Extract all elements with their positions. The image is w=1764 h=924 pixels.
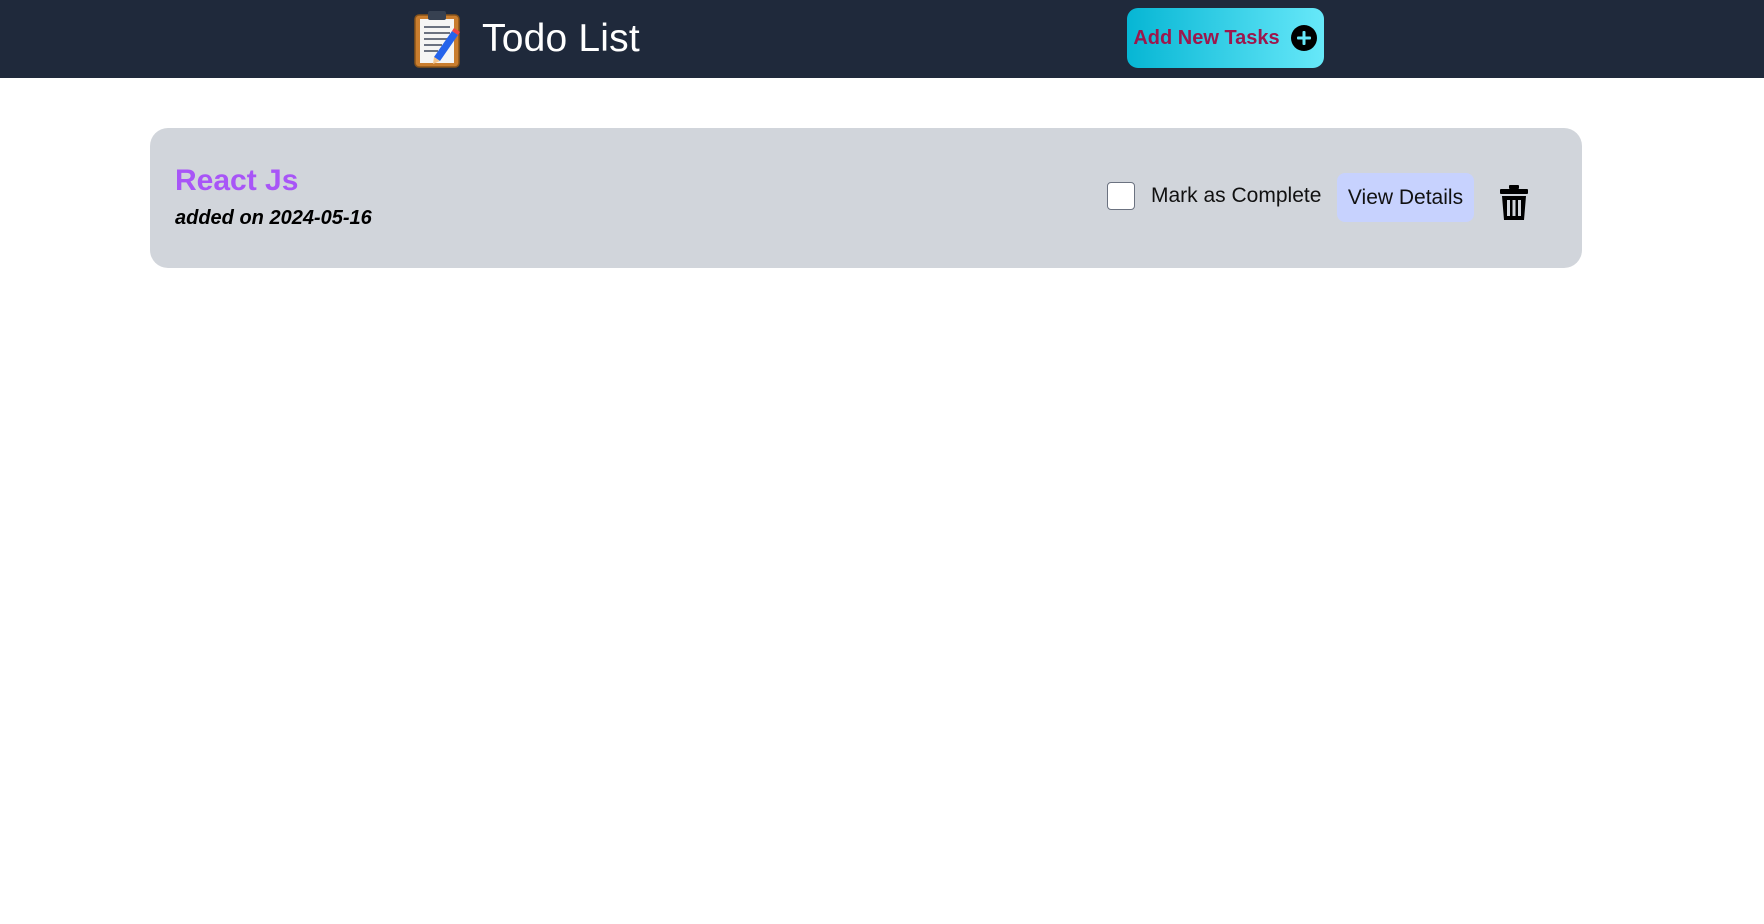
plus-circle-icon xyxy=(1290,25,1317,51)
mark-complete-checkbox[interactable] xyxy=(1107,182,1135,210)
clipboard-pencil-icon xyxy=(414,11,460,68)
add-new-tasks-label: Add New Tasks xyxy=(1133,26,1280,49)
trash-icon xyxy=(1500,185,1528,220)
mark-complete-label[interactable]: Mark as Complete xyxy=(1151,184,1321,208)
task-card: React Js added on 2024-05-16 Mark as Com… xyxy=(150,128,1582,268)
top-navbar: Todo List Add New Tasks xyxy=(0,0,1764,78)
add-new-tasks-button[interactable]: Add New Tasks xyxy=(1127,8,1324,68)
delete-task-button[interactable] xyxy=(1499,185,1529,221)
task-title: React Js xyxy=(175,164,299,197)
app-title: Todo List xyxy=(482,17,640,60)
mark-complete-control: Mark as Complete xyxy=(1107,182,1321,210)
brand: Todo List xyxy=(412,8,640,70)
view-details-button[interactable]: View Details xyxy=(1337,173,1474,222)
task-date: added on 2024-05-16 xyxy=(175,207,372,229)
